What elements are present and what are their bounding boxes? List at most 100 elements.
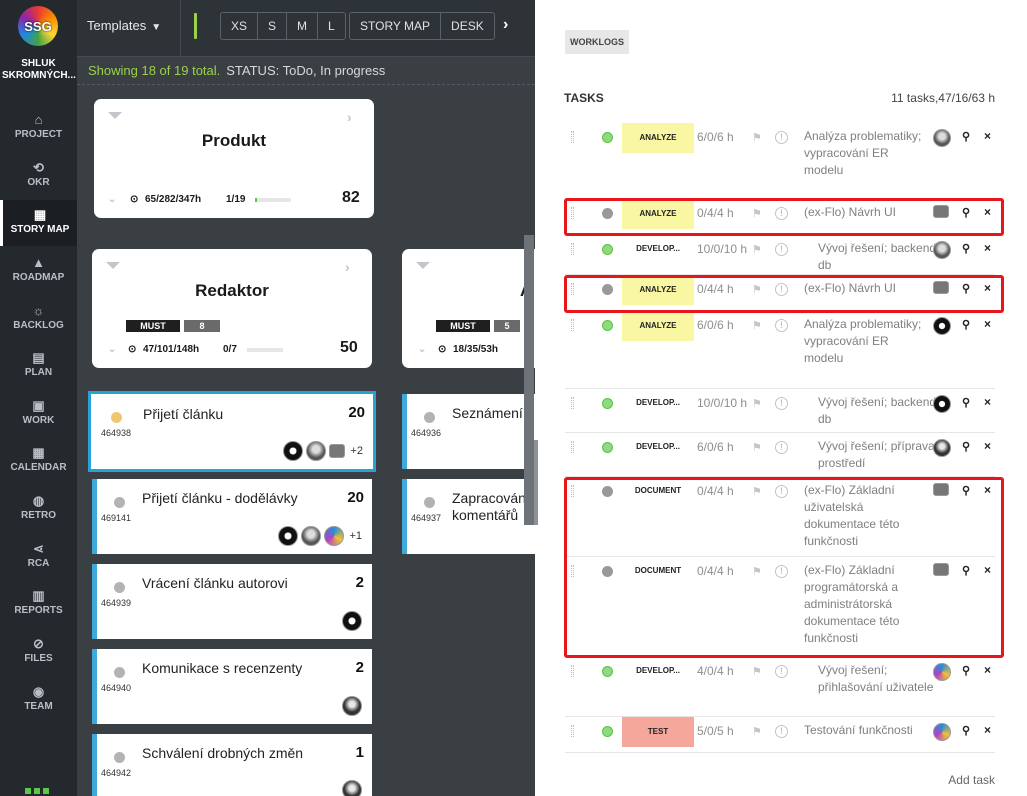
collapse-icon[interactable] xyxy=(106,262,120,269)
nav-item-plan[interactable]: ▤ PLAN xyxy=(0,343,77,389)
drag-handle-icon[interactable] xyxy=(571,319,574,331)
add-task-link[interactable]: Add task xyxy=(948,773,995,787)
size-xs-button[interactable]: XS xyxy=(221,13,259,39)
task-row[interactable]: DEVELOP... 10/0/10 h ⚑! Vývoj řešení; backe… xyxy=(565,389,995,433)
search-icon[interactable]: ⚲ xyxy=(962,664,970,677)
task-row[interactable]: TEST 5/0/5 h ⚑! Testování funkčnosti ⚲ × xyxy=(565,717,995,753)
flag-icon[interactable]: ⚑ xyxy=(752,441,762,454)
task-row[interactable]: DEVELOP... 10/0/10 h ⚑! Vývoj řešení; backe… xyxy=(565,235,995,275)
close-icon[interactable]: × xyxy=(984,439,991,453)
size-s-button[interactable]: S xyxy=(258,13,288,39)
desk-view-button[interactable]: DESK xyxy=(441,13,494,39)
nav-item-calendar[interactable]: ▦ CALENDAR xyxy=(0,438,77,484)
task-description[interactable]: Vývoj řešení; backend db xyxy=(818,394,938,428)
story-card[interactable]: Komunikace s recenzenty 464940 2 xyxy=(92,649,372,724)
templates-dropdown[interactable]: Templates ▼ xyxy=(87,18,161,33)
status-filter[interactable]: STATUS: ToDo, In progress xyxy=(226,63,385,78)
story-card-selected[interactable]: Přijetí článku 464938 20 +2 xyxy=(88,391,376,472)
chevron-right-icon[interactable]: › xyxy=(345,259,350,275)
warning-icon[interactable]: ! xyxy=(775,665,788,678)
org-logo[interactable]: SSG xyxy=(18,6,58,46)
search-icon[interactable]: ⚲ xyxy=(962,130,970,143)
avatar[interactable] xyxy=(306,441,327,461)
task-status-dot[interactable] xyxy=(602,320,613,331)
task-status-dot[interactable] xyxy=(602,244,613,255)
avatar[interactable] xyxy=(342,780,362,796)
warning-icon[interactable]: ! xyxy=(775,243,788,256)
nav-item-story-map[interactable]: ▦ STORY MAP xyxy=(0,200,77,246)
search-icon[interactable]: ⚲ xyxy=(962,724,970,737)
task-assignee[interactable] xyxy=(933,129,951,147)
avatar[interactable] xyxy=(933,395,951,413)
story-map-view-button[interactable]: STORY MAP xyxy=(350,13,442,39)
warning-icon[interactable]: ! xyxy=(775,319,788,332)
more-assignees[interactable]: +2 xyxy=(350,445,363,457)
epic-card[interactable]: A MUST 5 ⌄ ⊙ 18/35/53h xyxy=(402,249,535,368)
epic-card[interactable]: › Redaktor MUST 8 ⌄ ⊙ 47/101/148h 0/7 50 xyxy=(92,249,372,368)
close-icon[interactable]: × xyxy=(984,241,991,255)
drag-handle-icon[interactable] xyxy=(571,441,574,453)
search-icon[interactable]: ⚲ xyxy=(962,242,970,255)
org-name[interactable]: SHLUK SKROMNÝCH... xyxy=(2,58,76,82)
task-assignee[interactable] xyxy=(933,317,951,335)
expand-icon[interactable]: ⌄ xyxy=(108,194,116,205)
task-status-dot[interactable] xyxy=(602,666,613,677)
task-row[interactable]: ANALYZE 6/0/6 h ⚑! Analýza problematiky; vy… xyxy=(565,311,995,389)
search-icon[interactable]: ⚲ xyxy=(962,318,970,331)
story-card[interactable]: Zapracován komentářů 464937 xyxy=(402,479,535,554)
flag-icon[interactable]: ⚑ xyxy=(752,397,762,410)
flag-icon[interactable]: ⚑ xyxy=(752,131,762,144)
task-assignee[interactable] xyxy=(933,241,951,259)
avatar[interactable] xyxy=(933,663,951,681)
task-assignee[interactable] xyxy=(933,395,951,413)
drag-handle-icon[interactable] xyxy=(571,397,574,409)
nav-item-team[interactable]: ◉ TEAM xyxy=(0,677,77,723)
flag-icon[interactable]: ⚑ xyxy=(752,243,762,256)
close-icon[interactable]: × xyxy=(984,395,991,409)
expand-icon[interactable]: ⌄ xyxy=(418,344,426,355)
chevron-right-icon[interactable]: › xyxy=(503,16,508,34)
close-icon[interactable]: × xyxy=(984,723,991,737)
task-row[interactable]: ANALYZE 6/0/6 h ⚑! Analýza problematiky; vy… xyxy=(565,123,995,199)
nav-item-project[interactable]: ⌂ PROJECT xyxy=(0,105,77,151)
avatar[interactable] xyxy=(342,696,362,716)
task-status-dot[interactable] xyxy=(602,132,613,143)
nav-item-retro[interactable]: ◍ RETRO xyxy=(0,486,77,532)
task-description[interactable]: Analýza problematiky; vypracování ER mod… xyxy=(804,316,924,367)
nav-item-okr[interactable]: ⟲ OKR xyxy=(0,153,77,199)
task-status-dot[interactable] xyxy=(602,398,613,409)
avatar[interactable] xyxy=(283,441,304,461)
size-l-button[interactable]: L xyxy=(318,13,345,39)
task-description[interactable]: Vývoj řešení; backend db xyxy=(818,240,938,274)
close-icon[interactable]: × xyxy=(984,129,991,143)
flag-icon[interactable]: ⚑ xyxy=(752,725,762,738)
story-card[interactable]: Seznámení 464936 xyxy=(402,394,535,469)
nav-item-roadmap[interactable]: ▲ ROADMAP xyxy=(0,248,77,294)
search-icon[interactable]: ⚲ xyxy=(962,440,970,453)
task-row[interactable]: DEVELOP... 4/0/4 h ⚑! Vývoj řešení; přihlaš… xyxy=(565,657,995,717)
task-description[interactable]: Testování funkčnosti xyxy=(804,722,924,739)
close-icon[interactable]: × xyxy=(984,317,991,331)
panel-scrollbar[interactable] xyxy=(534,440,538,525)
avatar[interactable] xyxy=(342,611,362,631)
flag-icon[interactable]: ⚑ xyxy=(752,665,762,678)
nav-item-files[interactable]: ⊘ FILES xyxy=(0,629,77,675)
task-assignee[interactable] xyxy=(933,663,951,681)
nav-item-backlog[interactable]: ☼ BACKLOG xyxy=(0,296,77,342)
task-assignee[interactable] xyxy=(933,723,951,741)
collapse-icon[interactable] xyxy=(416,262,430,269)
collapse-icon[interactable] xyxy=(108,112,122,119)
avatar[interactable] xyxy=(324,526,345,546)
task-description[interactable]: Vývoj řešení; přihlašování uživatele xyxy=(818,662,938,696)
task-description[interactable]: Vývoj řešení; příprava prostředí xyxy=(818,438,938,472)
nav-item-rca[interactable]: ⋖ RCA xyxy=(0,534,77,580)
avatar[interactable] xyxy=(933,723,951,741)
avatar[interactable] xyxy=(933,439,951,457)
worklogs-button[interactable]: WORKLOGS xyxy=(565,30,629,54)
size-m-button[interactable]: M xyxy=(287,13,319,39)
avatar[interactable] xyxy=(278,526,299,546)
task-row[interactable]: DEVELOP... 6/0/6 h ⚑! Vývoj řešení; příprav… xyxy=(565,433,995,477)
story-card[interactable]: Přijetí článku - dodělávky 469141 20 +1 xyxy=(92,479,372,554)
warning-icon[interactable]: ! xyxy=(775,725,788,738)
more-assignees[interactable]: +1 xyxy=(349,530,362,542)
